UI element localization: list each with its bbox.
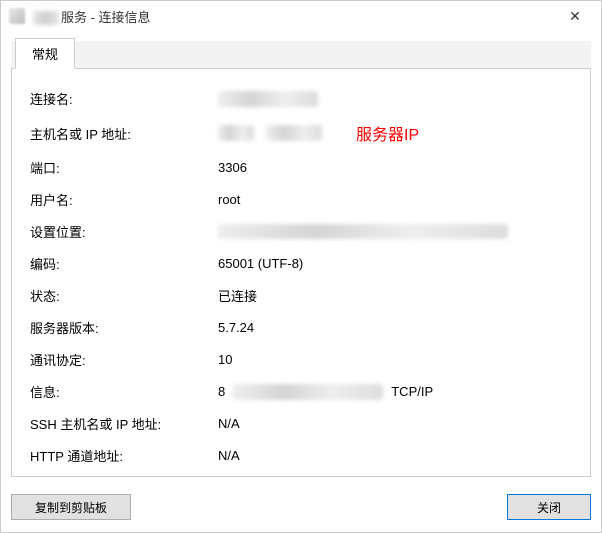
row-ssh-host: SSH 主机名或 IP 地址: N/A [30, 414, 572, 433]
value-info-prefix: 8 [218, 384, 225, 399]
value-connection-name [218, 91, 572, 107]
row-info: 信息: 8 TCP/IP [30, 382, 572, 401]
window-title: 服务 - 连接信息 [31, 7, 555, 26]
label-status: 状态: [30, 286, 218, 305]
label-info: 信息: [30, 382, 218, 401]
dialog-footer: 复制到剪贴板 关闭 [11, 494, 591, 520]
redacted-value [218, 125, 254, 141]
redacted-value [266, 125, 322, 141]
label-ssh-host: SSH 主机名或 IP 地址: [30, 414, 218, 433]
tabstrip: 常规 [11, 41, 591, 69]
close-icon[interactable]: ✕ [555, 2, 595, 30]
window-title-text: 服务 - 连接信息 [61, 10, 151, 25]
row-status: 状态: 已连接 [30, 286, 572, 305]
tab-general[interactable]: 常规 [15, 38, 75, 69]
row-server-version: 服务器版本: 5.7.24 [30, 318, 572, 337]
label-location: 设置位置: [30, 222, 218, 241]
value-protocol: 10 [218, 352, 572, 367]
value-http-tunnel: N/A [218, 448, 572, 463]
label-user: 用户名: [30, 190, 218, 209]
value-info-suffix: TCP/IP [391, 384, 433, 399]
client-area: 常规 连接名: 主机名或 IP 地址: 服务器IP 端口: 3306 [1, 31, 601, 532]
row-encoding: 编码: 65001 (UTF-8) [30, 254, 572, 273]
label-host: 主机名或 IP 地址: [30, 124, 218, 143]
row-user: 用户名: root [30, 190, 572, 209]
annotation-server-ip: 服务器IP [356, 121, 419, 145]
row-connection-name: 连接名: [30, 89, 572, 108]
label-connection-name: 连接名: [30, 89, 218, 108]
tab-panel-general: 连接名: 主机名或 IP 地址: 服务器IP 端口: 3306 用户名: roo… [11, 69, 591, 477]
value-ssh-host: N/A [218, 416, 572, 431]
close-button[interactable]: 关闭 [507, 494, 591, 520]
copy-to-clipboard-button[interactable]: 复制到剪贴板 [11, 494, 131, 520]
label-port: 端口: [30, 158, 218, 177]
row-port: 端口: 3306 [30, 158, 572, 177]
label-http-tunnel: HTTP 通道地址: [30, 446, 218, 465]
value-status: 已连接 [218, 286, 572, 305]
label-server-version: 服务器版本: [30, 318, 218, 337]
label-protocol: 通讯协定: [30, 350, 218, 369]
value-host: 服务器IP [218, 121, 572, 145]
titlebar[interactable]: 服务 - 连接信息 ✕ [1, 1, 601, 31]
row-http-tunnel: HTTP 通道地址: N/A [30, 446, 572, 465]
row-host: 主机名或 IP 地址: 服务器IP [30, 121, 572, 145]
value-server-version: 5.7.24 [218, 320, 572, 335]
value-user: root [218, 192, 572, 207]
dialog-window: 服务 - 连接信息 ✕ 常规 连接名: 主机名或 IP 地址: 服务器IP [0, 0, 602, 533]
value-info: 8 TCP/IP [218, 384, 572, 400]
row-location: 设置位置: [30, 222, 572, 241]
row-protocol: 通讯协定: 10 [30, 350, 572, 369]
value-location [218, 224, 572, 239]
value-encoding: 65001 (UTF-8) [218, 256, 572, 271]
redacted-value [218, 224, 508, 239]
app-icon [9, 8, 25, 24]
redacted-value [218, 91, 318, 107]
redacted-value [233, 384, 383, 400]
value-port: 3306 [218, 160, 572, 175]
label-encoding: 编码: [30, 254, 218, 273]
